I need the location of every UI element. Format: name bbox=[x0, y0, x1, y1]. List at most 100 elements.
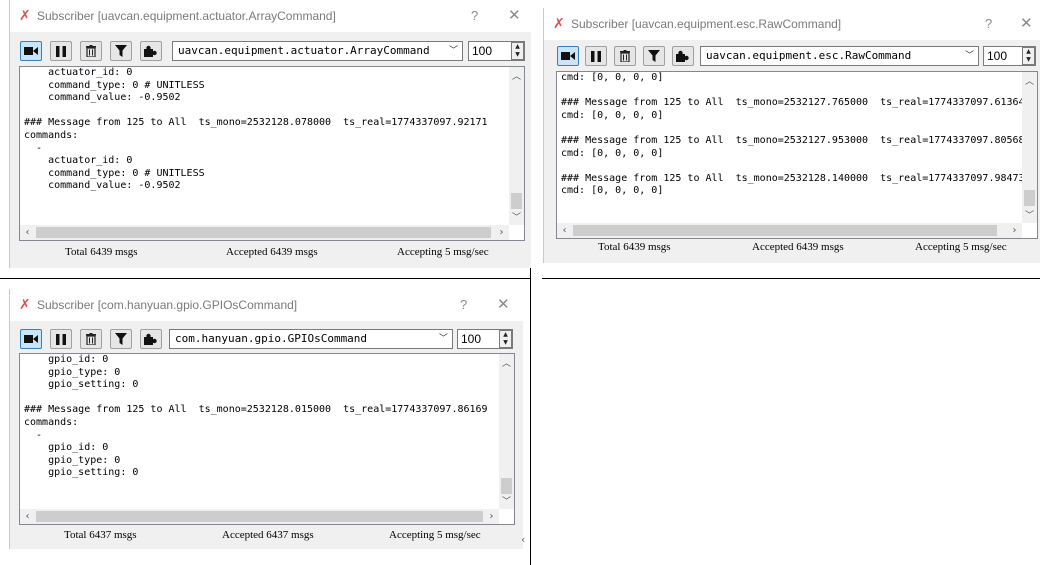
puzzle-icon bbox=[144, 45, 157, 57]
status-total: Total 6439 msgs bbox=[65, 246, 138, 258]
puzzle-icon bbox=[676, 50, 689, 62]
close-button[interactable]: ✕ bbox=[1020, 14, 1033, 32]
help-button[interactable]: ? bbox=[471, 8, 478, 23]
app-x-icon: ✗ bbox=[19, 297, 31, 313]
vertical-scrollbar[interactable]: ︿ ﹀ bbox=[509, 67, 524, 225]
message-log-text: cmd: [0, 0, 0, 0] ### Message from 125 t… bbox=[561, 72, 1025, 197]
horizontal-divider-right bbox=[542, 278, 1040, 279]
spin-arrows-icon[interactable]: ▲ ▼ bbox=[1022, 47, 1035, 65]
filter-button[interactable] bbox=[110, 41, 132, 61]
pause-button[interactable] bbox=[50, 329, 72, 349]
filter-icon bbox=[115, 333, 127, 345]
status-total: Total 6439 msgs bbox=[598, 241, 671, 253]
message-log-text: actuator_id: 0 command_type: 0 # UNITLES… bbox=[24, 67, 488, 192]
window-title: Subscriber [uavcan.equipment.esc.RawComm… bbox=[571, 17, 842, 31]
window-title: Subscriber [uavcan.equipment.actuator.Ar… bbox=[37, 9, 336, 23]
scroll-right-icon[interactable]: › bbox=[1007, 223, 1022, 238]
pause-icon bbox=[56, 333, 66, 345]
trash-icon bbox=[86, 45, 96, 57]
scroll-up-icon[interactable]: ︿ bbox=[509, 69, 524, 82]
spin-arrows-icon[interactable]: ▲ ▼ bbox=[511, 42, 524, 60]
vertical-scroll-thumb[interactable] bbox=[501, 478, 512, 494]
puzzle-icon bbox=[144, 333, 157, 345]
data-type-value: uavcan.equipment.actuator.ArrayCommand bbox=[178, 44, 430, 57]
status-accepted: Accepted 6439 msgs bbox=[752, 241, 844, 253]
subscriber-window-esc: ✗ Subscriber [uavcan.equipment.esc.RawCo… bbox=[543, 8, 1040, 263]
data-type-value: uavcan.equipment.esc.RawCommand bbox=[706, 49, 912, 62]
horizontal-scrollbar[interactable]: ‹ › bbox=[20, 225, 509, 240]
plugin-button[interactable] bbox=[672, 46, 694, 66]
pause-button[interactable] bbox=[50, 41, 72, 61]
clear-button[interactable] bbox=[80, 41, 102, 61]
status-rate: Accepting 5 msg/sec bbox=[397, 246, 489, 258]
video-camera-icon bbox=[561, 52, 575, 60]
status-rate: Accepting 5 msg/sec bbox=[915, 241, 1007, 253]
scroll-down-icon[interactable]: ﹀ bbox=[499, 494, 514, 507]
trash-icon bbox=[620, 50, 630, 62]
message-count-value: 100 bbox=[472, 44, 493, 58]
vertical-scrollbar[interactable]: ︿ ﹀ bbox=[1022, 72, 1037, 223]
horizontal-divider-left bbox=[0, 278, 530, 279]
clear-button[interactable] bbox=[614, 46, 636, 66]
scroll-left-icon[interactable]: ‹ bbox=[20, 509, 35, 524]
status-accepted: Accepted 6439 msgs bbox=[226, 246, 318, 258]
filter-button[interactable] bbox=[110, 329, 132, 349]
data-type-combo[interactable]: uavcan.equipment.esc.RawCommand ﹀ bbox=[700, 46, 979, 66]
message-log[interactable]: gpio_id: 0 gpio_type: 0 gpio_setting: 0 … bbox=[19, 353, 515, 525]
scroll-down-icon[interactable]: ﹀ bbox=[1022, 208, 1037, 221]
data-type-combo[interactable]: com.hanyuan.gpio.GPIOsCommand ﹀ bbox=[169, 329, 453, 349]
message-count-value: 100 bbox=[987, 49, 1008, 63]
filter-button[interactable] bbox=[643, 46, 665, 66]
horizontal-scroll-thumb[interactable] bbox=[573, 225, 997, 236]
close-button[interactable]: ✕ bbox=[508, 6, 521, 24]
resize-arrow-icon[interactable]: ‹ bbox=[521, 533, 525, 546]
trash-icon bbox=[86, 333, 96, 345]
status-total: Total 6437 msgs bbox=[64, 529, 137, 541]
scroll-left-icon[interactable]: ‹ bbox=[557, 223, 572, 238]
video-camera-icon bbox=[24, 335, 38, 343]
scroll-right-icon[interactable]: › bbox=[494, 225, 509, 240]
record-button[interactable] bbox=[20, 41, 42, 61]
status-rate: Accepting 5 msg/sec bbox=[389, 529, 481, 541]
pause-button[interactable] bbox=[585, 46, 607, 66]
vertical-scrollbar[interactable]: ︿ ﹀ bbox=[499, 354, 514, 509]
scroll-left-icon[interactable]: ‹ bbox=[20, 225, 35, 240]
spin-arrows-icon[interactable]: ▲ ▼ bbox=[499, 330, 512, 348]
scroll-right-icon[interactable]: › bbox=[484, 509, 499, 524]
record-button[interactable] bbox=[20, 329, 42, 349]
pause-icon bbox=[56, 45, 66, 57]
subscriber-window-gpio: ✗ Subscriber [com.hanyuan.gpio.GPIOsComm… bbox=[9, 289, 523, 549]
pause-icon bbox=[591, 50, 601, 62]
plugin-button[interactable] bbox=[140, 329, 162, 349]
video-camera-icon bbox=[24, 47, 38, 55]
clear-button[interactable] bbox=[80, 329, 102, 349]
vertical-scroll-thumb[interactable] bbox=[511, 193, 522, 209]
title-bar[interactable]: ✗ Subscriber [uavcan.equipment.actuator.… bbox=[10, 0, 531, 32]
horizontal-scroll-thumb[interactable] bbox=[36, 227, 491, 238]
close-button[interactable]: ✕ bbox=[497, 295, 510, 313]
plugin-button[interactable] bbox=[140, 41, 162, 61]
scroll-up-icon[interactable]: ︿ bbox=[499, 356, 514, 369]
scroll-up-icon[interactable]: ︿ bbox=[1022, 74, 1037, 87]
filter-icon bbox=[648, 50, 660, 62]
help-button[interactable]: ? bbox=[985, 16, 992, 31]
title-bar[interactable]: ✗ Subscriber [uavcan.equipment.esc.RawCo… bbox=[544, 8, 1040, 40]
title-bar[interactable]: ✗ Subscriber [com.hanyuan.gpio.GPIOsComm… bbox=[10, 289, 523, 321]
app-x-icon: ✗ bbox=[19, 8, 31, 24]
vertical-scroll-thumb[interactable] bbox=[1024, 190, 1035, 206]
horizontal-scrollbar[interactable]: ‹ › bbox=[557, 223, 1022, 238]
chevron-down-icon: ﹀ bbox=[438, 334, 448, 344]
data-type-combo[interactable]: uavcan.equipment.actuator.ArrayCommand ﹀ bbox=[172, 41, 463, 61]
app-x-icon: ✗ bbox=[553, 16, 565, 32]
horizontal-scroll-thumb[interactable] bbox=[36, 511, 483, 522]
message-log[interactable]: actuator_id: 0 command_type: 0 # UNITLES… bbox=[19, 66, 525, 241]
chevron-down-icon: ﹀ bbox=[448, 46, 458, 56]
scroll-down-icon[interactable]: ﹀ bbox=[509, 210, 524, 223]
window-title: Subscriber [com.hanyuan.gpio.GPIOsComman… bbox=[37, 298, 298, 312]
record-button[interactable] bbox=[557, 46, 579, 66]
horizontal-scrollbar[interactable]: ‹ › bbox=[20, 509, 499, 524]
message-count-value: 100 bbox=[461, 332, 482, 346]
message-log-text: gpio_id: 0 gpio_type: 0 gpio_setting: 0 … bbox=[24, 354, 488, 479]
help-button[interactable]: ? bbox=[460, 297, 467, 312]
message-log[interactable]: cmd: [0, 0, 0, 0] ### Message from 125 t… bbox=[556, 71, 1038, 239]
